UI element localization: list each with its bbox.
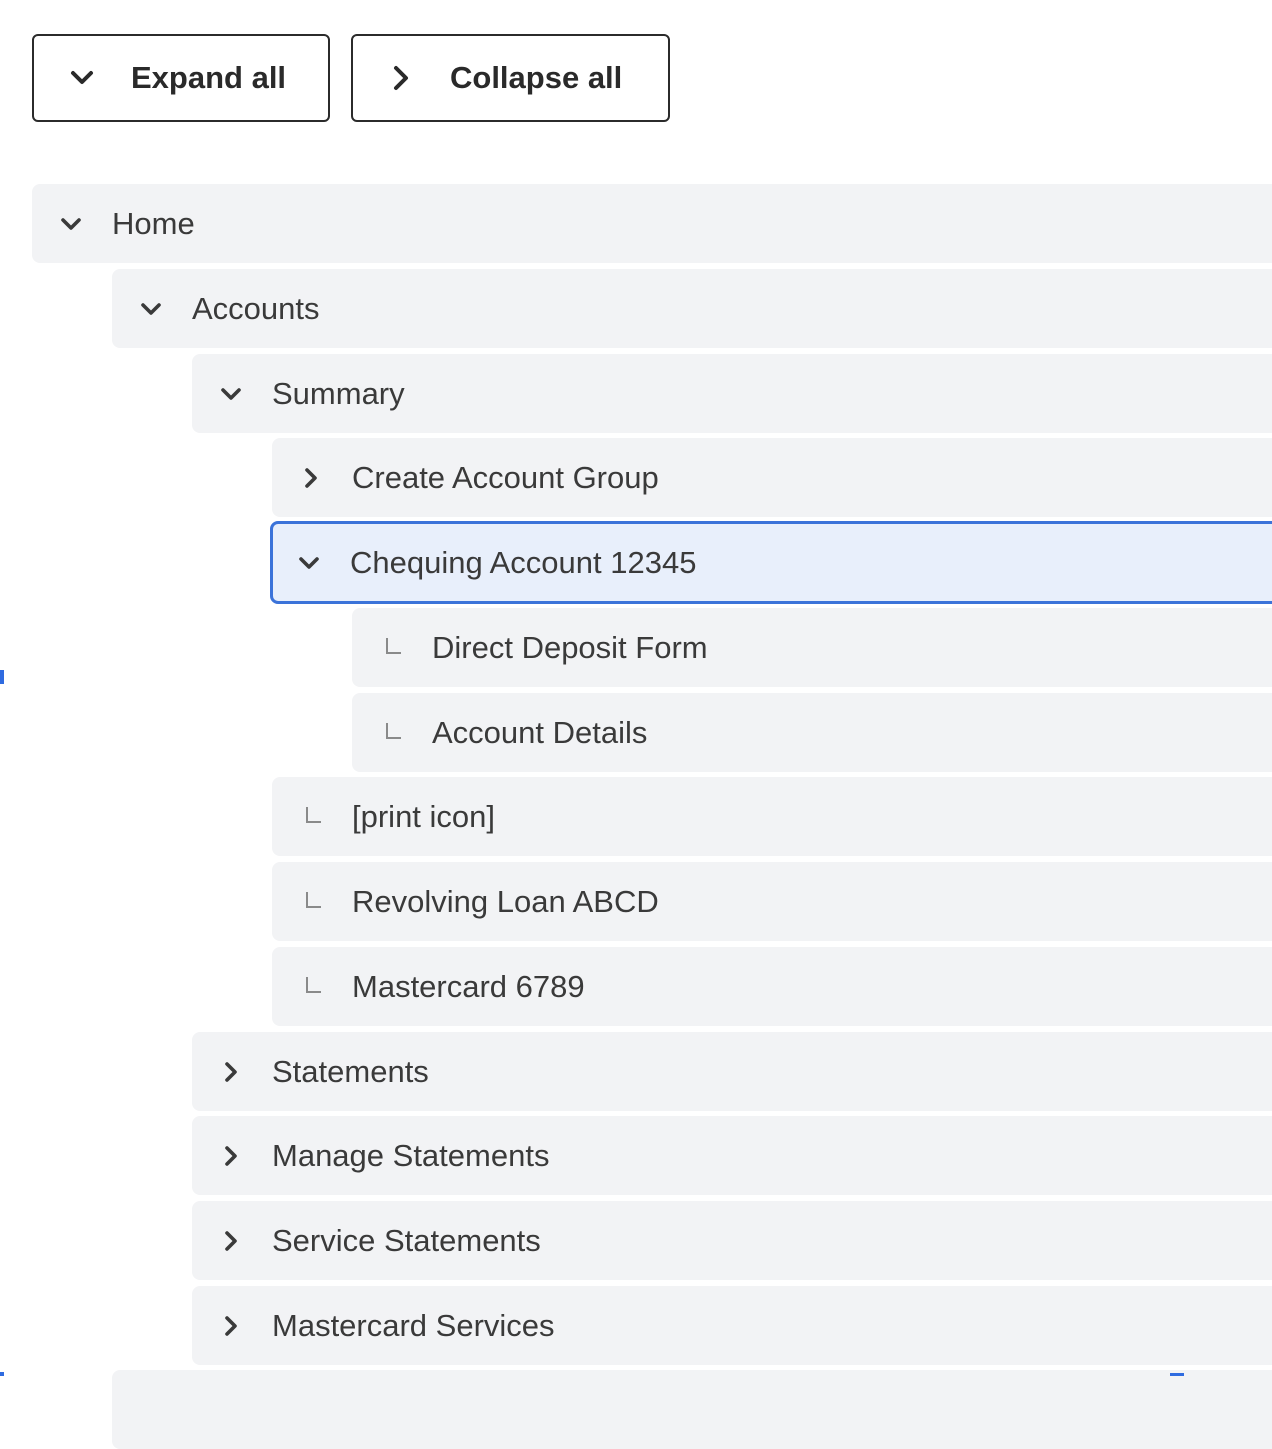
tree-node-label: Mastercard Services — [272, 1307, 555, 1343]
tree-view: Home Accounts Summary Create Account Group C… — [0, 0, 1272, 1449]
tree-node-label: Account Details — [432, 714, 648, 750]
tree-node-label: [print icon] — [352, 798, 496, 834]
tree-node-accounts[interactable]: Accounts — [112, 269, 1272, 348]
tree-node-home[interactable]: Home — [32, 184, 1272, 263]
chevron-right-icon[interactable] — [211, 1306, 251, 1346]
expand-all-label: Expand all — [131, 60, 287, 95]
chevron-down-icon[interactable] — [51, 204, 91, 244]
chevron-right-icon[interactable] — [211, 1136, 251, 1176]
chevron-down-icon[interactable] — [289, 543, 329, 583]
chevron-right-icon — [385, 62, 417, 94]
tree-node-label: Manage Statements — [272, 1137, 550, 1173]
leaf-connector-icon — [371, 713, 411, 753]
tree-node-label: Revolving Loan ABCD — [352, 883, 659, 919]
chevron-down-icon[interactable] — [131, 289, 171, 329]
tree-node-account-details[interactable]: Account Details — [352, 693, 1272, 772]
tree-node-direct-deposit-form[interactable]: Direct Deposit Form — [352, 608, 1272, 687]
leaf-connector-icon — [291, 882, 331, 922]
chevron-down-icon — [66, 62, 98, 94]
tree-node-service-statements[interactable]: Service Statements — [192, 1201, 1272, 1280]
leaf-connector-icon — [291, 967, 331, 1007]
tree-node-create-account-group[interactable]: Create Account Group — [272, 438, 1272, 517]
tree-node-label: Accounts — [192, 290, 320, 326]
tree-node-chequing-account-12345[interactable]: Chequing Account 12345 — [270, 521, 1272, 604]
chevron-down-icon[interactable] — [211, 374, 251, 414]
tree-node-label: Create Account Group — [352, 459, 659, 495]
tree-node-label: Chequing Account 12345 — [350, 544, 697, 580]
edge-marker — [0, 670, 4, 684]
tree-node-label: Direct Deposit Form — [432, 629, 708, 665]
leaf-connector-icon — [371, 628, 411, 668]
tree-node-label: Service Statements — [272, 1222, 541, 1258]
chevron-right-icon[interactable] — [211, 1052, 251, 1092]
leaf-connector-icon — [291, 797, 331, 837]
tree-node-mastercard-6789[interactable]: Mastercard 6789 — [272, 947, 1272, 1026]
tree-node-print-icon[interactable]: [print icon] — [272, 777, 1272, 856]
tree-node-revolving-loan-abcd[interactable]: Revolving Loan ABCD — [272, 862, 1272, 941]
tree-node-summary[interactable]: Summary — [192, 354, 1272, 433]
collapse-all-label: Collapse all — [450, 60, 623, 95]
expand-all-button[interactable]: Expand all — [32, 34, 330, 122]
edge-marker — [0, 1372, 4, 1376]
tree-node-label: Mastercard 6789 — [352, 968, 585, 1004]
chevron-right-icon[interactable] — [291, 458, 331, 498]
collapse-all-button[interactable]: Collapse all — [351, 34, 670, 122]
chevron-right-icon[interactable] — [211, 1221, 251, 1261]
tree-node-statements[interactable]: Statements — [192, 1032, 1272, 1111]
tree-node-manage-statements[interactable]: Manage Statements — [192, 1116, 1272, 1195]
tree-node-label: Summary — [272, 375, 405, 411]
tree-node-mastercard-services[interactable]: Mastercard Services — [192, 1286, 1272, 1365]
tree-node-partial — [112, 1370, 1272, 1449]
tree-node-label: Statements — [272, 1053, 429, 1089]
tree-node-label: Home — [112, 205, 195, 241]
